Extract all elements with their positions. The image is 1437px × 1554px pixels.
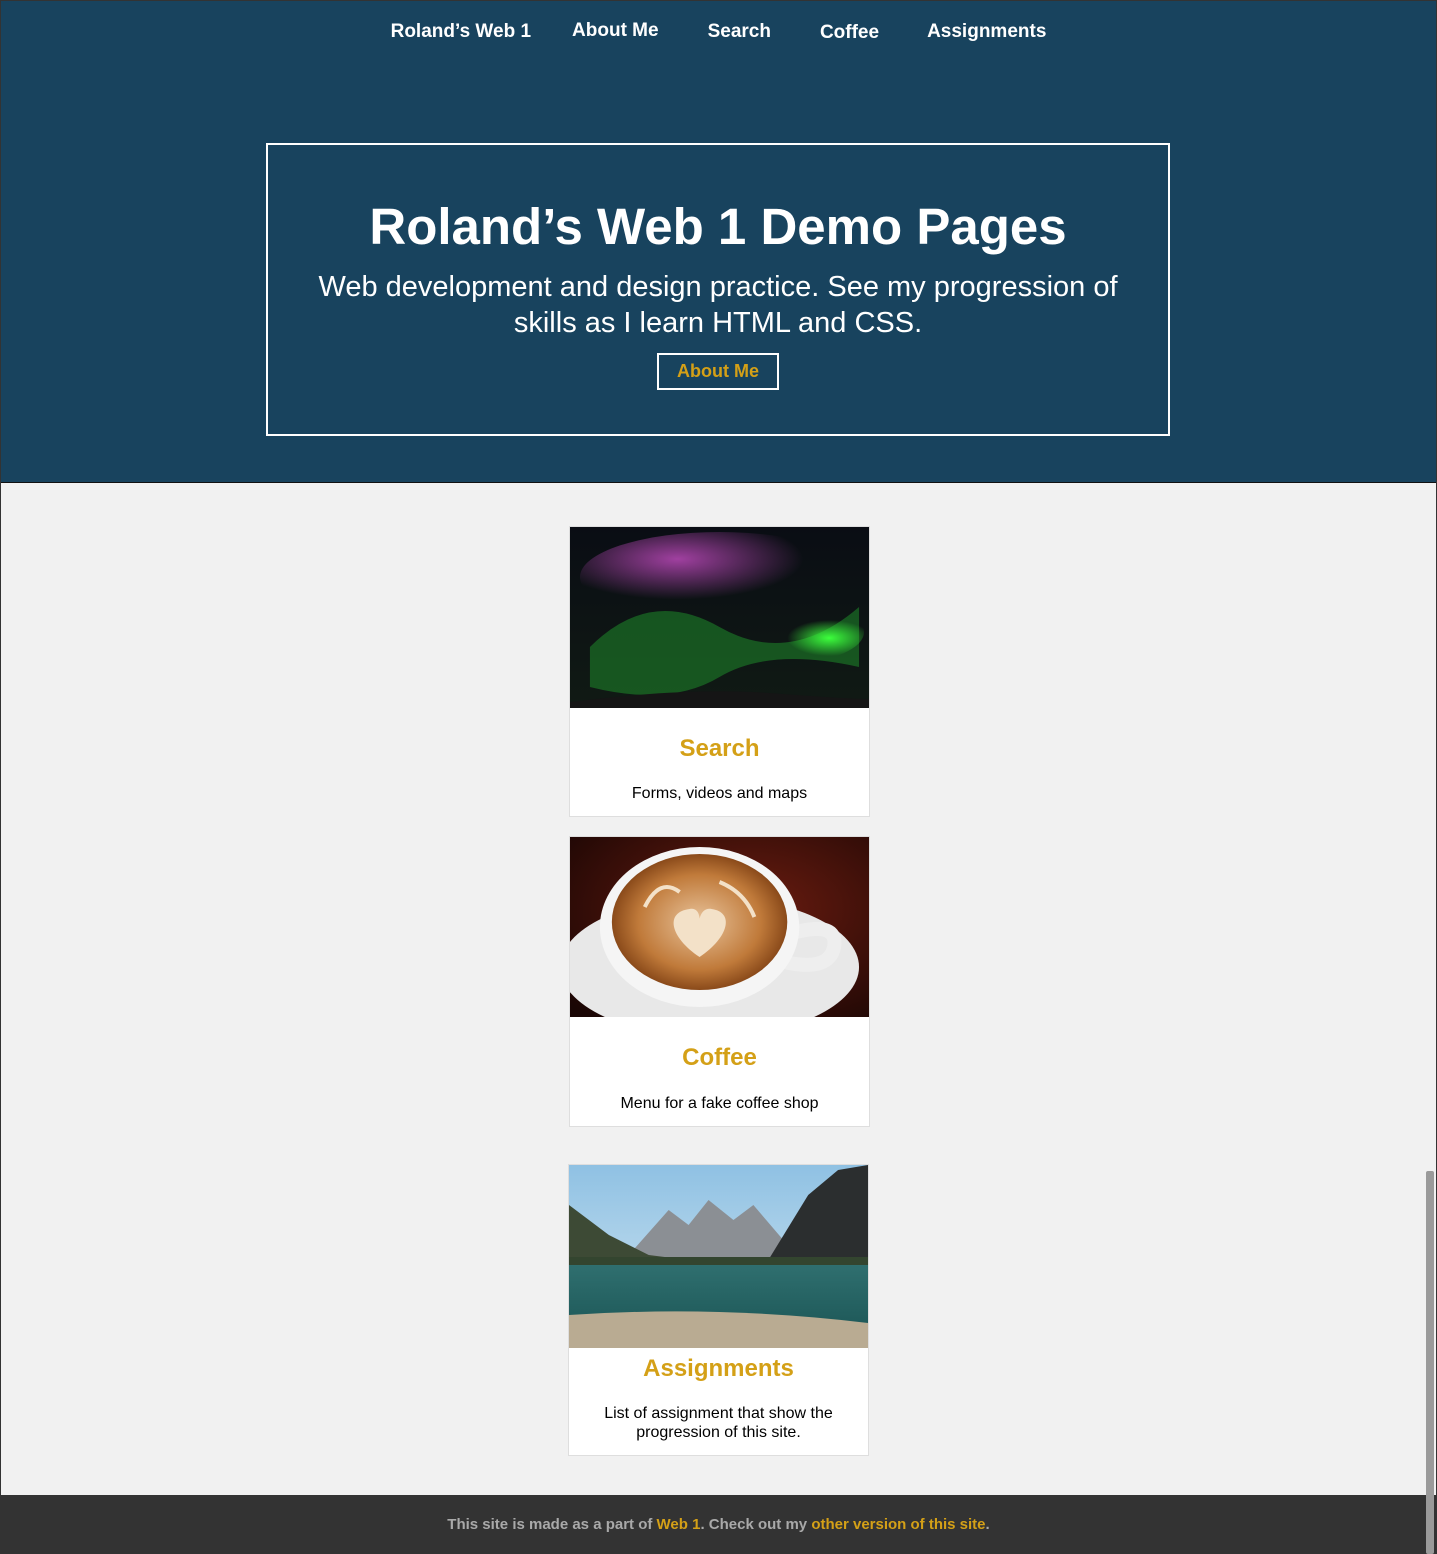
main-nav: Roland’s Web 1 About Me Search Coffee As…	[1, 19, 1436, 46]
footer-text-suffix: .	[985, 1516, 990, 1533]
card-search[interactable]: Search Forms, videos and maps	[569, 526, 870, 817]
site-footer: This site is made as a part of Web 1. Ch…	[1, 1495, 1436, 1554]
hero-subtitle: Web development and design practice. See…	[318, 271, 1118, 339]
latte-image	[570, 837, 869, 1017]
card-assignments[interactable]: Assignments List of assignment that show…	[568, 1164, 869, 1456]
card-assignments-description: List of assignment that show the progres…	[604, 1405, 833, 1441]
hero-box: Roland’s Web 1 Demo Pages Web developmen…	[266, 143, 1170, 436]
nav-assignments-link[interactable]: Assignments	[927, 19, 1046, 46]
footer-text-prefix: This site is made as a part of	[447, 1516, 657, 1533]
card-coffee[interactable]: Coffee Menu for a fake coffee shop	[569, 836, 870, 1127]
aurora-image	[570, 527, 869, 708]
card-coffee-description: Menu for a fake coffee shop	[620, 1095, 819, 1112]
hero-about-button[interactable]: About Me	[657, 353, 779, 390]
footer-web1-link[interactable]: Web 1	[657, 1516, 701, 1533]
nav-coffee-link[interactable]: Coffee	[820, 20, 879, 46]
mountain-lake-image	[569, 1165, 868, 1348]
card-search-title[interactable]: Search	[570, 735, 869, 763]
footer-text-middle: . Check out my	[700, 1516, 812, 1533]
nav-about-link[interactable]: About Me	[572, 18, 659, 46]
site-header: Roland’s Web 1 About Me Search Coffee As…	[1, 1, 1436, 483]
card-search-description: Forms, videos and maps	[631, 785, 808, 802]
card-assignments-title[interactable]: Assignments	[569, 1355, 868, 1383]
footer-other-version-link[interactable]: other version of this site	[811, 1516, 985, 1533]
nav-home-link[interactable]: Roland’s Web 1	[391, 19, 531, 46]
hero-title: Roland’s Web 1 Demo Pages	[369, 198, 1067, 255]
card-coffee-title[interactable]: Coffee	[570, 1044, 869, 1072]
nav-search-link[interactable]: Search	[708, 19, 771, 46]
page-scrollbar[interactable]	[1426, 1171, 1434, 1554]
